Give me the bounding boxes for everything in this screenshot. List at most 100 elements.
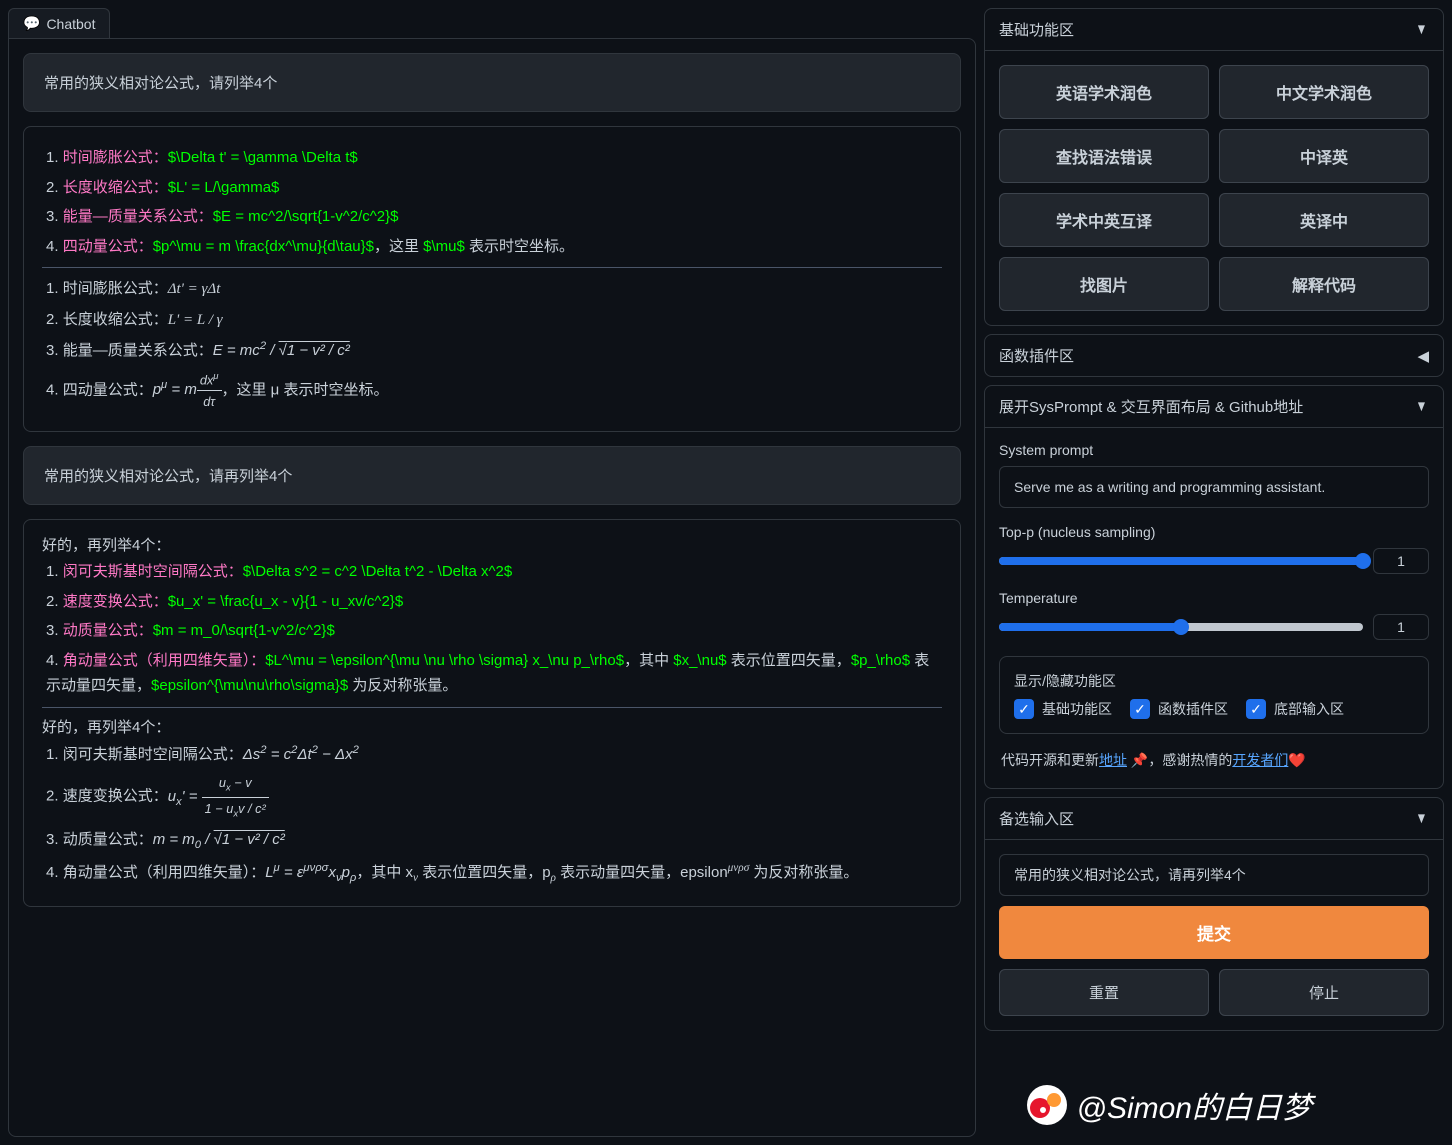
latex-code: epsilon^{\mu\nu\rho\sigma} bbox=[151, 677, 348, 694]
latex-code: \Delta t' = \gamma \Delta t bbox=[168, 149, 358, 166]
function-button[interactable]: 英译中 bbox=[1219, 193, 1429, 247]
heart-icon: ❤️ bbox=[1288, 752, 1305, 768]
latex-code: x_\nu bbox=[673, 652, 726, 669]
function-button[interactable]: 中文学术润色 bbox=[1219, 65, 1429, 119]
user-message: 常用的狭义相对论公式，请列举4个 bbox=[23, 53, 961, 112]
formula-label: 动质量公式： bbox=[63, 831, 153, 848]
formula: m = m0 / 1 − v² / c² bbox=[153, 832, 285, 848]
formula-label: 角动量公式（利用四维矢量）： bbox=[63, 864, 266, 881]
function-button[interactable]: 解释代码 bbox=[1219, 257, 1429, 311]
formula-label: 四动量公式： bbox=[63, 381, 153, 398]
advanced-panel: 展开SysPrompt & 交互界面布局 & Github地址 ▼ System… bbox=[984, 385, 1444, 789]
plugin-header[interactable]: 函数插件区 ◀ bbox=[985, 335, 1443, 376]
latex-code: L^\mu = \epsilon^{\mu \nu \rho \sigma} x… bbox=[265, 652, 624, 669]
panel-title: 备选输入区 bbox=[999, 808, 1074, 829]
text: 为反对称张量。 bbox=[749, 864, 858, 881]
system-prompt-input[interactable] bbox=[999, 466, 1429, 508]
function-button[interactable]: 找图片 bbox=[999, 257, 1209, 311]
tab-chatbot[interactable]: 💬 Chatbot bbox=[8, 8, 110, 38]
formula-label: 长度收缩公式： bbox=[63, 179, 168, 196]
latex-code: u_x' = \frac{u_x - v}{1 - u_xv/c^2} bbox=[168, 593, 403, 610]
chat-container: 常用的狭义相对论公式，请列举4个 时间膨胀公式：\Delta t' = \gam… bbox=[8, 38, 976, 1137]
checkbox-label: 函数插件区 bbox=[1158, 699, 1228, 719]
text: 为反对称张量。 bbox=[348, 677, 457, 694]
formula-label: 四动量公式： bbox=[63, 238, 153, 255]
latex-code: \Delta s^2 = c^2 \Delta t^2 - \Delta x^2 bbox=[243, 563, 513, 580]
input-panel: 备选输入区 ▼ 提交 重置 停止 bbox=[984, 797, 1444, 1031]
panel-title: 基础功能区 bbox=[999, 19, 1074, 40]
formula-label: 闵可夫斯基时空间隔公式： bbox=[63, 563, 243, 580]
system-prompt-label: System prompt bbox=[999, 442, 1429, 458]
topp-slider[interactable] bbox=[999, 557, 1363, 565]
text: 表示动量四矢量，epsilon bbox=[556, 864, 728, 881]
text: ，其中 bbox=[624, 652, 673, 669]
user-message: 常用的狭义相对论公式，请再列举4个 bbox=[23, 446, 961, 505]
chevron-down-icon: ▼ bbox=[1416, 398, 1428, 415]
formula-label: 动质量公式： bbox=[63, 622, 153, 639]
formula: L' = L / γ bbox=[168, 312, 223, 328]
credit-text: 代码开源和更新 bbox=[1001, 752, 1099, 768]
showhide-title: 显示/隐藏功能区 bbox=[1014, 671, 1414, 691]
text: 表示位置四矢量，p bbox=[418, 864, 551, 881]
formula: Δs2 = c2Δt2 − Δx2 bbox=[243, 747, 359, 763]
formula-label: 速度变换公式： bbox=[63, 593, 168, 610]
temperature-slider[interactable] bbox=[999, 623, 1363, 631]
checkbox-item[interactable]: ✓ 基础功能区 bbox=[1014, 699, 1112, 719]
checkbox-icon: ✓ bbox=[1246, 699, 1266, 719]
checkbox-label: 基础功能区 bbox=[1042, 699, 1112, 719]
latex-code: L' = L/\gamma bbox=[168, 179, 280, 196]
function-button[interactable]: 学术中英互译 bbox=[999, 193, 1209, 247]
chevron-left-icon: ◀ bbox=[1417, 347, 1429, 365]
temperature-label: Temperature bbox=[999, 590, 1429, 606]
formula-label: 速度变换公式： bbox=[63, 788, 168, 805]
checkbox-item[interactable]: ✓ 函数插件区 bbox=[1130, 699, 1228, 719]
reset-button[interactable]: 重置 bbox=[999, 969, 1209, 1016]
latex-code: p^\mu = m \frac{dx^\mu}{d\tau} bbox=[153, 238, 374, 255]
topp-label: Top-p (nucleus sampling) bbox=[999, 524, 1429, 540]
formula-label: 闵可夫斯基时空间隔公式： bbox=[63, 746, 243, 763]
formula-label: 时间膨胀公式： bbox=[63, 149, 168, 166]
text: ，这里 μ 表示时空坐标。 bbox=[222, 381, 389, 398]
tab-label: Chatbot bbox=[46, 16, 95, 32]
formula-label: 能量—质量关系公式： bbox=[63, 342, 213, 359]
formula: Lμ = εμνρσxνpρ bbox=[265, 865, 356, 881]
text: 好的，再列举4个： bbox=[42, 716, 942, 737]
checkbox-label: 底部输入区 bbox=[1274, 699, 1344, 719]
advanced-header[interactable]: 展开SysPrompt & 交互界面布局 & Github地址 ▼ bbox=[985, 386, 1443, 428]
input-header[interactable]: 备选输入区 ▼ bbox=[985, 798, 1443, 840]
latex-code: p_\rho bbox=[851, 652, 910, 669]
text: ，其中 x bbox=[356, 864, 413, 881]
chat-icon: 💬 bbox=[23, 15, 40, 32]
formula-label: 长度收缩公式： bbox=[63, 311, 168, 328]
formula: Δt' = γΔt bbox=[168, 281, 221, 297]
panel-title: 展开SysPrompt & 交互界面布局 & Github地址 bbox=[999, 396, 1303, 417]
stop-button[interactable]: 停止 bbox=[1219, 969, 1429, 1016]
formula-label: 时间膨胀公式： bbox=[63, 280, 168, 297]
topp-value[interactable]: 1 bbox=[1373, 548, 1429, 574]
function-button[interactable]: 中译英 bbox=[1219, 129, 1429, 183]
formula: pμ = mdxμdτ bbox=[153, 382, 222, 398]
text: 表示位置四矢量， bbox=[727, 652, 851, 669]
plugin-panel: 函数插件区 ◀ bbox=[984, 334, 1444, 377]
text: 好的，再列举4个： bbox=[42, 534, 942, 555]
latex-code: m = m_0/\sqrt{1-v^2/c^2} bbox=[153, 622, 335, 639]
temperature-value[interactable]: 1 bbox=[1373, 614, 1429, 640]
checkbox-icon: ✓ bbox=[1130, 699, 1150, 719]
basic-functions-panel: 基础功能区 ▼ 英语学术润色中文学术润色查找语法错误中译英学术中英互译英译中找图… bbox=[984, 8, 1444, 326]
submit-button[interactable]: 提交 bbox=[999, 906, 1429, 959]
text: 表示时空坐标。 bbox=[465, 238, 574, 255]
developers-link[interactable]: 开发者们 bbox=[1232, 752, 1288, 768]
repo-link[interactable]: 地址 bbox=[1099, 752, 1127, 768]
checkbox-icon: ✓ bbox=[1014, 699, 1034, 719]
prompt-input[interactable] bbox=[999, 854, 1429, 896]
formula: E = mc2 / 1 − v² / c² bbox=[213, 343, 350, 359]
chevron-down-icon: ▼ bbox=[1416, 810, 1428, 827]
function-button[interactable]: 英语学术润色 bbox=[999, 65, 1209, 119]
function-button[interactable]: 查找语法错误 bbox=[999, 129, 1209, 183]
chevron-down-icon: ▼ bbox=[1416, 21, 1428, 38]
checkbox-item[interactable]: ✓ 底部输入区 bbox=[1246, 699, 1344, 719]
formula-label: 角动量公式（利用四维矢量）： bbox=[63, 652, 266, 669]
panel-title: 函数插件区 bbox=[999, 345, 1074, 366]
basic-functions-header[interactable]: 基础功能区 ▼ bbox=[985, 9, 1443, 51]
formula: ux' = ux − v1 − uxv / c² bbox=[168, 789, 269, 805]
